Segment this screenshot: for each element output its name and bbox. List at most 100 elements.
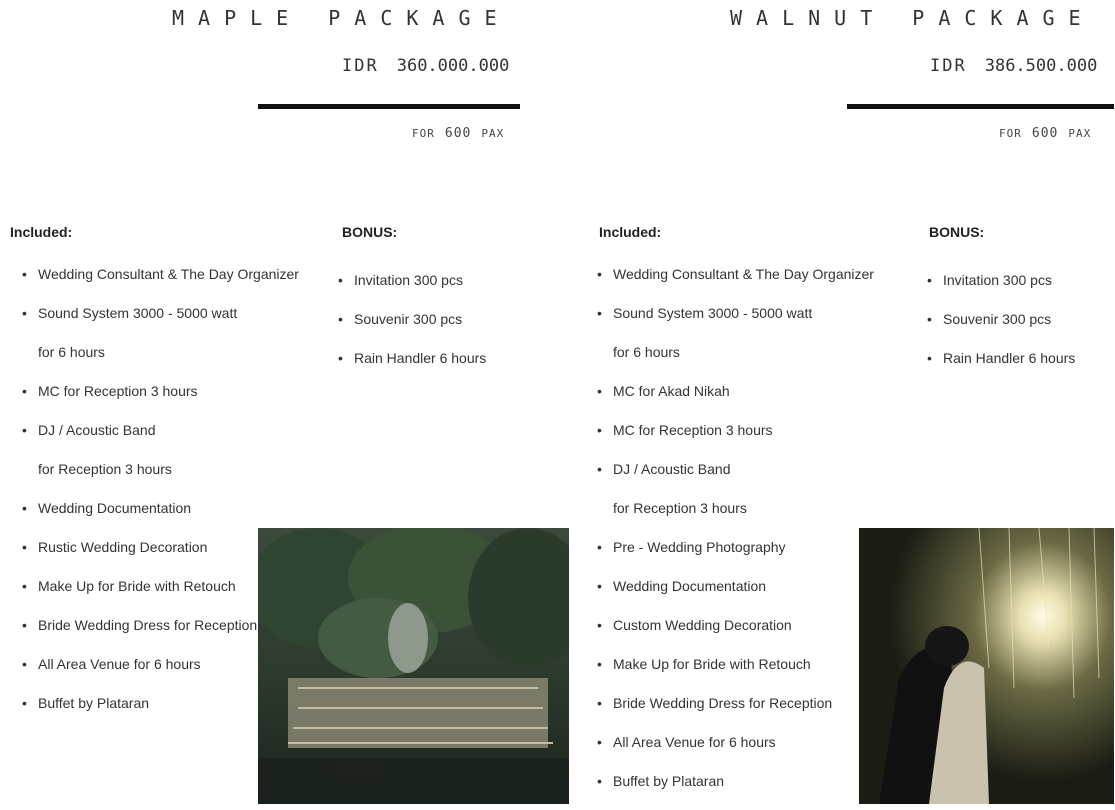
list-item: • Wedding Consultant & The Day Organizer [597,264,874,303]
walnut-package: WALNUT PACKAGE IDR 386.500.000 FOR 600 PAX … [557,0,1114,804]
list-item: for 6 hours [597,342,874,381]
list-item-text: Make Up for Bride with Retouch [613,656,811,672]
maple-pax-unit: PAX [481,127,505,140]
bullet-icon: • [597,578,602,594]
list-item-text: Pre - Wedding Photography [613,539,786,555]
list-item: • Invitation 300 pcs [338,270,486,309]
bullet-icon: • [22,383,27,399]
maple-pax-prefix: FOR [412,127,435,140]
list-item: • Wedding Consultant & The Day Organizer [22,264,299,303]
bullet-icon: • [597,656,602,672]
list-item-text: Wedding Consultant & The Day Organizer [38,266,299,282]
bullet-icon: • [22,422,27,438]
list-item-text: Rustic Wedding Decoration [38,539,208,555]
bullet-icon: • [597,539,602,555]
list-item-text: All Area Venue for 6 hours [38,656,201,672]
bullet-icon: • [22,617,27,633]
walnut-price: IDR 386.500.000 [930,56,1097,76]
couple-photo-image [859,528,1114,804]
list-item: for Reception 3 hours [597,498,874,537]
list-item-text: for 6 hours [613,344,680,360]
list-item: • Make Up for Bride with Retouch [597,654,874,693]
list-item: • Sound System 3000 - 5000 watt [22,303,299,342]
list-item: • DJ / Acoustic Band [597,459,874,498]
maple-pax: FOR 600 PAX [412,126,504,141]
list-item: • Pre - Wedding Photography [597,537,874,576]
bullet-icon: • [22,578,27,594]
walnut-pax-prefix: FOR [999,127,1022,140]
walnut-pax-unit: PAX [1068,127,1092,140]
list-item: • Souvenir 300 pcs [927,309,1075,348]
list-item: • All Area Venue for 6 hours [597,732,874,771]
bullet-icon: • [22,695,27,711]
list-item-text: Rain Handler 6 hours [354,350,487,366]
list-item-text: Souvenir 300 pcs [943,311,1052,327]
list-item: • Wedding Documentation [597,576,874,615]
list-item: for 6 hours [22,342,299,381]
maple-pax-count: 600 [444,126,472,141]
list-item: • Souvenir 300 pcs [338,309,486,348]
maple-price: IDR 360.000.000 [342,56,509,76]
list-item-text: All Area Venue for 6 hours [613,734,776,750]
list-item-text: Invitation 300 pcs [943,272,1052,288]
bullet-icon: • [22,305,27,321]
maple-divider [258,104,520,109]
walnut-pax-count: 600 [1031,126,1059,141]
list-item-text: Rain Handler 6 hours [943,350,1076,366]
list-item-text: Souvenir 300 pcs [354,311,463,327]
list-item-text: MC for Reception 3 hours [38,383,198,399]
bullet-icon: • [338,311,343,327]
list-item-text: DJ / Acoustic Band [613,461,731,477]
list-item-text: Bride Wedding Dress for Reception [38,617,258,633]
list-item-text: DJ / Acoustic Band [38,422,156,438]
walnut-included-list: • Wedding Consultant & The Day Organizer •… [597,264,874,810]
list-item-text: for 6 hours [38,344,105,360]
bullet-icon: • [597,266,602,282]
list-item-text: Sound System 3000 - 5000 watt [613,305,813,321]
walnut-included-heading: Included: [599,224,662,240]
maple-bonus-heading: BONUS: [342,224,398,240]
bullet-icon: • [597,383,602,399]
list-item-text: Buffet by Plataran [38,695,150,711]
maple-included-heading: Included: [10,224,73,240]
couple-photo [859,528,1114,804]
list-item-text: MC for Reception 3 hours [613,422,773,438]
bullet-icon: • [927,350,932,366]
list-item-text: MC for Akad Nikah [613,383,730,399]
bullet-icon: • [338,272,343,288]
bullet-icon: • [927,311,932,327]
list-item: • Rain Handler 6 hours [927,348,1075,387]
list-item: • Custom Wedding Decoration [597,615,874,654]
walnut-bonus-list: • Invitation 300 pcs • Souvenir 300 pcs • Rai… [927,270,1075,387]
bullet-icon: • [597,617,602,633]
list-item-text: for Reception 3 hours [613,500,747,516]
list-item: • MC for Akad Nikah [597,381,874,420]
list-item-text: Custom Wedding Decoration [613,617,792,633]
list-item: • Buffet by Plataran [597,771,874,810]
venue-photo [258,528,569,804]
list-item: • Sound System 3000 - 5000 watt [597,303,874,342]
bullet-icon: • [597,461,602,477]
maple-bonus-list: • Invitation 300 pcs • Souvenir 300 pcs • Rai… [338,270,486,387]
list-item-text: Wedding Documentation [613,578,767,594]
bullet-icon: • [597,773,602,789]
list-item-text: Wedding Documentation [38,500,192,516]
maple-title: MAPLE PACKAGE [172,6,511,30]
list-item: • DJ / Acoustic Band [22,420,299,459]
bullet-icon: • [22,500,27,516]
list-item-text: Wedding Consultant & The Day Organizer [613,266,874,282]
list-item: • MC for Reception 3 hours [597,420,874,459]
list-item-text: Invitation 300 pcs [354,272,463,288]
walnut-price-value: 386.500.000 [984,56,1098,76]
list-item: • Bride Wedding Dress for Reception [597,693,874,732]
list-item: • Invitation 300 pcs [927,270,1075,309]
list-item: • Rain Handler 6 hours [338,348,486,387]
bullet-icon: • [22,539,27,555]
maple-price-value: 360.000.000 [396,56,510,76]
bullet-icon: • [597,695,602,711]
list-item: • MC for Reception 3 hours [22,381,299,420]
venue-photo-image [258,528,569,804]
list-item-text: Buffet by Plataran [613,773,725,789]
list-item-text: for Reception 3 hours [38,461,172,477]
bullet-icon: • [927,272,932,288]
